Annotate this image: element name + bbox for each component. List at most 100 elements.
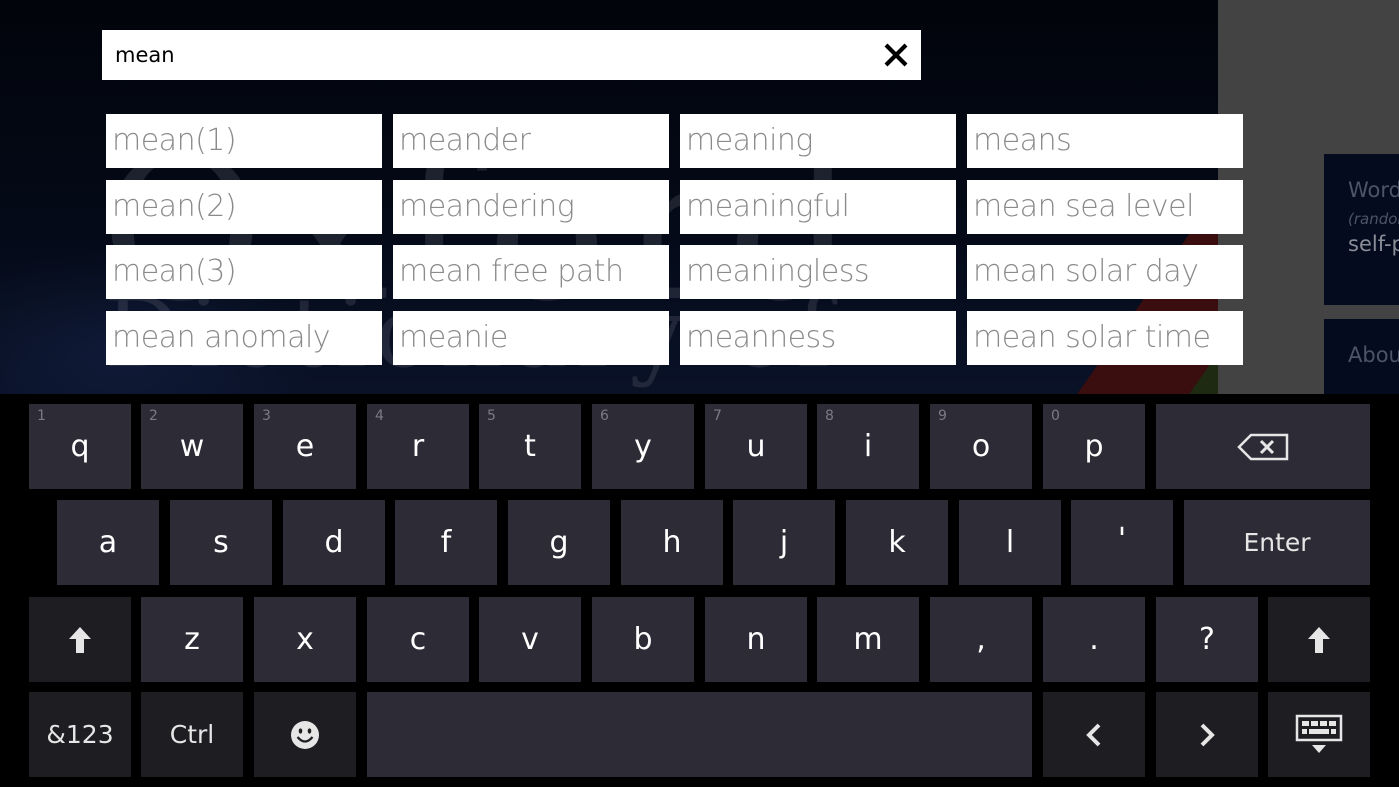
key-y[interactable]: 6y [592, 404, 694, 489]
keyboard-hide-icon [1295, 714, 1343, 753]
suggestion-item[interactable]: mean sea level [967, 179, 1243, 234]
key-apostrophe[interactable]: ' [1071, 500, 1173, 585]
suggestion-item[interactable]: meaningless [680, 245, 956, 299]
key-k[interactable]: k [846, 500, 948, 585]
key-comma[interactable]: , [930, 597, 1032, 682]
right-arrow-key[interactable] [1156, 692, 1258, 777]
about-tile[interactable]: About [1324, 319, 1399, 399]
key-label: l [1005, 525, 1015, 560]
key-q[interactable]: 1q [29, 404, 131, 489]
key-l[interactable]: l [959, 500, 1061, 585]
key-number-hint: 5 [487, 408, 496, 424]
chevron-right-icon [1200, 723, 1215, 746]
key-label: . [1089, 622, 1099, 657]
key-number-hint: 3 [262, 408, 271, 424]
key-label: p [1084, 429, 1104, 464]
key-v[interactable]: v [479, 597, 581, 682]
key-number-hint: 4 [375, 408, 384, 424]
key-number-hint: 0 [1051, 408, 1060, 424]
key-number-hint: 9 [938, 408, 947, 424]
key-label: e [295, 429, 315, 464]
key-number-hint: 8 [825, 408, 834, 424]
key-x[interactable]: x [254, 597, 356, 682]
key-m[interactable]: m [817, 597, 919, 682]
suggestion-item[interactable]: mean solar time [967, 310, 1243, 365]
key-label: s [213, 525, 229, 560]
ctrl-key-label: Ctrl [169, 720, 215, 749]
key-g[interactable]: g [508, 500, 610, 585]
symbols-key[interactable]: &123 [29, 692, 131, 777]
smiley-icon [291, 720, 319, 749]
key-label: u [746, 429, 766, 464]
key-label: c [409, 622, 427, 657]
key-b[interactable]: b [592, 597, 694, 682]
key-label: j [779, 525, 789, 560]
key-question[interactable]: ? [1156, 597, 1258, 682]
hide-keyboard-key[interactable] [1268, 692, 1370, 777]
key-a[interactable]: a [57, 500, 159, 585]
suggestion-item[interactable]: meander [393, 114, 669, 168]
suggestion-item[interactable]: means [967, 114, 1243, 168]
key-d[interactable]: d [283, 500, 385, 585]
suggestion-item[interactable]: meaningful [680, 179, 956, 234]
key-number-hint: 2 [149, 408, 158, 424]
search-input[interactable] [102, 30, 862, 80]
enter-key-label: Enter [1243, 528, 1311, 557]
key-label: y [634, 429, 652, 464]
backspace-icon [1237, 433, 1289, 460]
shift-key-left[interactable] [29, 597, 131, 682]
enter-key[interactable]: Enter [1184, 500, 1370, 585]
key-u[interactable]: 7u [705, 404, 807, 489]
key-n[interactable]: n [705, 597, 807, 682]
key-period[interactable]: . [1043, 597, 1145, 682]
key-z[interactable]: z [141, 597, 243, 682]
key-label: g [549, 525, 569, 560]
shift-arrow-icon [1308, 626, 1330, 653]
backspace-key[interactable] [1156, 404, 1370, 489]
key-label: q [70, 429, 90, 464]
key-label: h [662, 525, 682, 560]
suggestion-item[interactable]: mean anomaly [106, 310, 382, 365]
key-e[interactable]: 3e [254, 404, 356, 489]
key-number-hint: 7 [713, 408, 722, 424]
search-box [102, 30, 921, 80]
key-h[interactable]: h [621, 500, 723, 585]
key-w[interactable]: 2w [141, 404, 243, 489]
suggestion-item[interactable]: meanness [680, 310, 956, 365]
key-label: d [324, 525, 344, 560]
suggestion-item[interactable]: meandering [393, 179, 669, 234]
suggestion-item[interactable]: mean(1) [106, 114, 382, 168]
suggestion-grid: mean(1) meander meaning means mean(2) me… [106, 114, 1243, 365]
key-label: ' [1117, 522, 1127, 557]
suggestion-item[interactable]: mean free path [393, 245, 669, 299]
ctrl-key[interactable]: Ctrl [141, 692, 243, 777]
suggestion-item[interactable]: mean(3) [106, 245, 382, 299]
key-label: i [863, 429, 873, 464]
key-c[interactable]: c [367, 597, 469, 682]
key-j[interactable]: j [733, 500, 835, 585]
key-p[interactable]: 0p [1043, 404, 1145, 489]
key-s[interactable]: s [170, 500, 272, 585]
word-tile-word: self-p [1348, 232, 1399, 256]
key-f[interactable]: f [395, 500, 497, 585]
key-r[interactable]: 4r [367, 404, 469, 489]
key-label: x [296, 622, 314, 657]
key-o[interactable]: 9o [930, 404, 1032, 489]
key-label: b [633, 622, 653, 657]
suggestion-item[interactable]: mean solar day [967, 245, 1243, 299]
suggestion-item[interactable]: meaning [680, 114, 956, 168]
key-t[interactable]: 5t [479, 404, 581, 489]
key-i[interactable]: 8i [817, 404, 919, 489]
clear-search-button[interactable] [879, 38, 913, 72]
chevron-left-icon [1086, 723, 1101, 746]
left-arrow-key[interactable] [1043, 692, 1145, 777]
word-of-the-day-tile[interactable]: Word (random) self-p [1324, 154, 1399, 305]
spacebar[interactable] [367, 692, 1032, 777]
emoji-key[interactable] [254, 692, 356, 777]
suggestion-item[interactable]: mean(2) [106, 179, 382, 234]
suggestion-item[interactable]: meanie [393, 310, 669, 365]
key-label: o [971, 429, 991, 464]
about-tile-title: About [1348, 343, 1399, 367]
shift-key-right[interactable] [1268, 597, 1370, 682]
key-label: t [524, 429, 536, 464]
